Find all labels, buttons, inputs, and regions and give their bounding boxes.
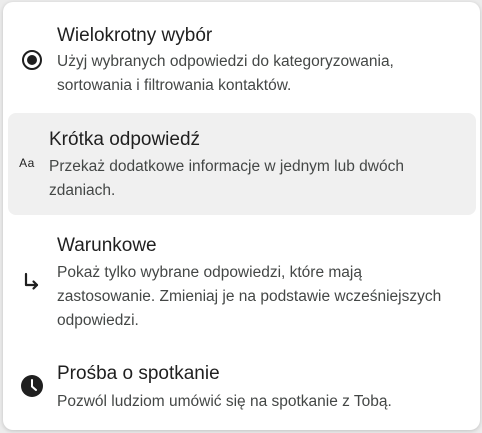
menu-item-conditional[interactable]: Warunkowe Pokaż tylko wybrane odpowiedzi… <box>3 220 480 348</box>
short-text-icon: Aa <box>19 156 35 170</box>
subdirectory-arrow-right-icon <box>20 270 44 294</box>
clock-icon <box>19 373 45 399</box>
menu-item-description: Użyj wybranych odpowiedzi do kategoryzow… <box>57 53 394 94</box>
menu-item-title: Krótka odpowiedź <box>49 129 201 150</box>
menu-item-title: Prośba o spotkanie <box>57 363 220 384</box>
menu-item-title: Warunkowe <box>57 235 157 256</box>
menu-item-description: Pozwól ludziom umówić się na spotkanie z… <box>57 393 392 410</box>
menu-item-meeting-request[interactable]: Prośba o spotkanie Pozwól ludziom umówić… <box>3 352 480 430</box>
menu-item-short-answer[interactable]: Aa Krótka odpowiedź Przekaż dodatkowe in… <box>8 113 476 215</box>
question-type-menu: Wielokrotny wybór Użyj wybranych odpowie… <box>3 2 480 430</box>
menu-item-title: Wielokrotny wybór <box>57 25 213 46</box>
menu-item-description: Przekaż dodatkowe informacje w jednym lu… <box>49 158 404 199</box>
radio-button-checked-icon <box>20 48 44 72</box>
menu-item-description: Pokaż tylko wybrane odpowiedzi, które ma… <box>57 264 442 329</box>
menu-item-multiple-choice[interactable]: Wielokrotny wybór Użyj wybranych odpowie… <box>3 2 480 110</box>
